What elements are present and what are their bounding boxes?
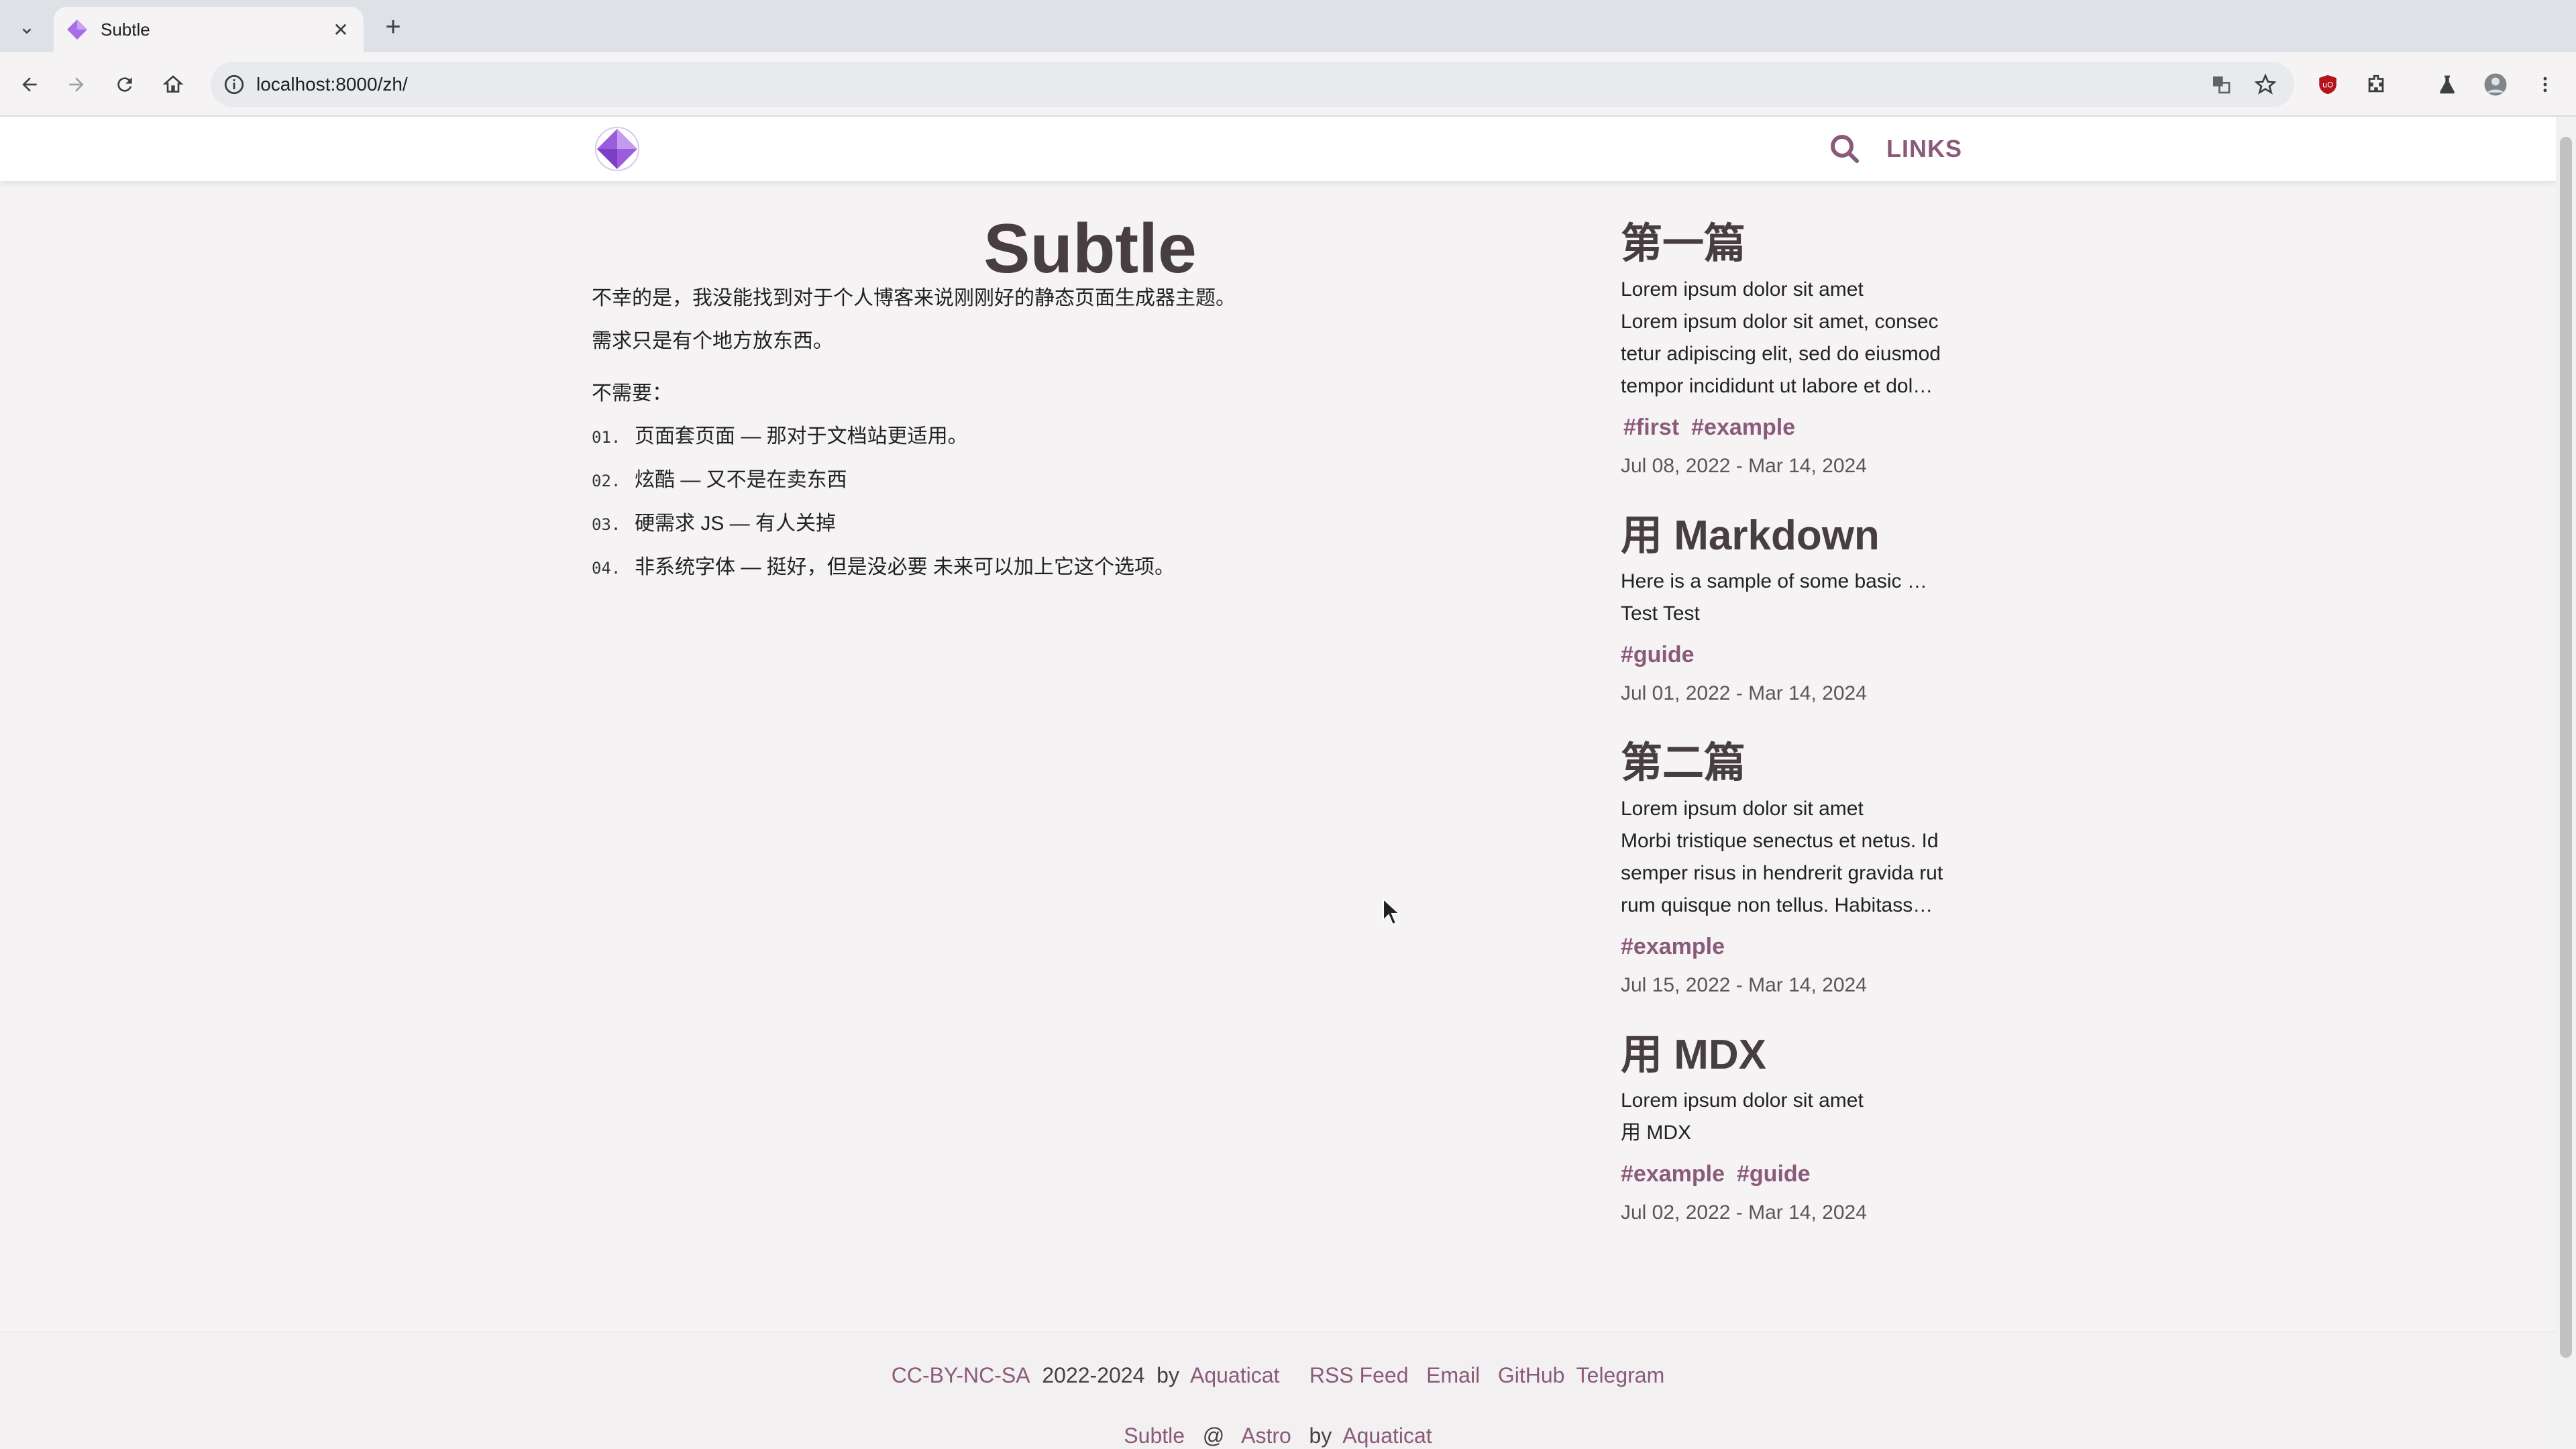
url-text: localhost:8000/zh/ [256, 74, 408, 95]
author-link[interactable]: Aquaticat [1190, 1363, 1279, 1387]
post-excerpt-line: rum quisque non tellus. Habitass… [1621, 894, 1933, 916]
post-card[interactable]: 第二篇 Lorem ipsum dolor sit amet Morbi tri… [1621, 737, 1976, 999]
astro-link[interactable]: Astro [1241, 1424, 1291, 1448]
email-link[interactable]: Email [1426, 1363, 1480, 1387]
post-excerpt-line: tempor incididunt ut labore et dol… [1621, 375, 1933, 397]
github-link[interactable]: GitHub [1498, 1363, 1565, 1387]
post-excerpt-line: tetur adipiscing elit, sed do eiusmod [1621, 343, 1941, 365]
post-subtitle: Lorem ipsum dolor sit amet [1621, 1089, 1864, 1112]
footer-at: @ [1202, 1424, 1225, 1448]
page-scrollbar[interactable] [2556, 117, 2576, 1449]
intro-paragraph-2: 需求只是有个地方放东西。 [592, 330, 833, 352]
page-viewport: LINKS Subtle 不幸的是，我没能找到对于个人博客来说刚刚好的静态页面生… [0, 117, 2556, 1449]
tab-close-icon[interactable]: ✕ [327, 16, 354, 43]
tag-link[interactable]: #first [1623, 415, 1679, 440]
post-tags: #first #example [1621, 415, 1976, 441]
address-bar[interactable]: localhost:8000/zh/ [211, 62, 2294, 107]
footer-by-2: by [1309, 1424, 1332, 1448]
post-card[interactable]: 用 MDX Lorem ipsum dolor sit amet 用 MDX #… [1621, 1028, 1976, 1226]
tag-link[interactable]: #guide [1621, 642, 1695, 667]
ublock-extension-icon[interactable]: uO [2310, 67, 2345, 102]
page-title: Subtle [983, 210, 1197, 288]
search-icon[interactable] [1829, 133, 1861, 165]
intro-paragraph-1: 不幸的是，我没能找到对于个人博客来说刚刚好的静态页面生成器主题。 [592, 287, 1236, 309]
site-info-icon[interactable] [223, 73, 246, 96]
extensions-puzzle-icon[interactable] [2359, 67, 2394, 102]
post-excerpt-line: Lorem ipsum dolor sit amet, consec [1621, 311, 1939, 333]
post-title[interactable]: 第二篇 [1621, 737, 1976, 790]
browser-tab-bar: ⌄ Subtle ✕ + [0, 0, 2576, 52]
site-logo-icon[interactable] [594, 126, 640, 172]
tag-link[interactable]: #guide [1737, 1161, 1811, 1187]
post-date: Jul 15, 2022 - Mar 14, 2024 [1621, 974, 1867, 996]
intro-section: 不幸的是，我没能找到对于个人博客来说刚刚好的静态页面生成器主题。 需求只是有个地… [592, 287, 1330, 600]
browser-menu-icon[interactable] [2528, 67, 2563, 102]
site-footer: CC-BY-NC-SA 2022-2024 by Aquaticat RSS F… [0, 1331, 2556, 1449]
post-subtitle: Lorem ipsum dolor sit amet [1621, 798, 1864, 820]
post-title[interactable]: 第一篇 [1621, 217, 1976, 271]
translate-icon[interactable] [2206, 69, 2237, 100]
tag-link[interactable]: #example [1691, 415, 1795, 440]
author-link-2[interactable]: Aquaticat [1342, 1424, 1432, 1448]
footer-credits-row: Subtle @ Astro by Aquaticat [0, 1424, 2556, 1448]
list-item: 02. 炫酷 — 又不是在卖东西 [592, 469, 847, 491]
post-tags: #example [1621, 934, 1976, 960]
footer-years: 2022-2024 [1042, 1363, 1145, 1387]
post-subtitle: Lorem ipsum dolor sit amet [1621, 278, 1864, 301]
profile-avatar-icon[interactable] [2478, 67, 2513, 102]
tag-link[interactable]: #example [1621, 934, 1725, 959]
post-date: Jul 01, 2022 - Mar 14, 2024 [1621, 682, 1867, 704]
scrollbar-thumb[interactable] [2560, 137, 2572, 1358]
browser-toolbar: localhost:8000/zh/ uO [0, 52, 2576, 117]
forward-icon[interactable] [59, 67, 94, 102]
telegram-link[interactable]: Telegram [1576, 1363, 1665, 1387]
back-icon[interactable] [12, 67, 47, 102]
post-date: Jul 08, 2022 - Mar 14, 2024 [1621, 455, 1867, 477]
labs-flask-icon[interactable] [2430, 67, 2465, 102]
post-excerpt-line: Test Test [1621, 602, 1700, 625]
post-title[interactable]: 用 Markdown [1621, 509, 1976, 563]
subtle-link[interactable]: Subtle [1124, 1424, 1185, 1448]
rss-feed-link[interactable]: RSS Feed [1309, 1363, 1409, 1387]
svg-text:uO: uO [2322, 80, 2333, 89]
post-excerpt-line: Morbi tristique senectus et netus. Id [1621, 830, 1939, 852]
subtle-favicon-icon [67, 19, 87, 40]
post-excerpt-line: 用 MDX [1621, 1122, 1691, 1144]
tag-link[interactable]: #example [1621, 1161, 1725, 1187]
license-link[interactable]: CC-BY-NC-SA [892, 1363, 1030, 1387]
post-tags: #example #guide [1621, 1161, 1976, 1187]
post-excerpt-line: semper risus in hendrerit gravida rut [1621, 862, 1943, 884]
bookmark-star-icon[interactable] [2250, 69, 2281, 100]
mouse-cursor-icon [1383, 898, 1401, 926]
list-item: 04. 非系统字体 — 挺好，但是没必要 未来可以加上它这个选项。 [592, 556, 1175, 578]
post-subtitle: Here is a sample of some basic … [1621, 570, 1927, 592]
post-date: Jul 02, 2022 - Mar 14, 2024 [1621, 1201, 1867, 1224]
tab-search-dropdown-icon[interactable]: ⌄ [8, 11, 46, 43]
list-item: 03. 硬需求 JS — 有人关掉 [592, 513, 837, 535]
post-tags: #guide [1621, 642, 1976, 668]
no-need-heading: 不需要： [592, 382, 672, 405]
home-icon[interactable] [156, 67, 191, 102]
links-nav-link[interactable]: LINKS [1886, 133, 1962, 165]
footer-by: by [1157, 1363, 1179, 1387]
post-card[interactable]: 第一篇 Lorem ipsum dolor sit amet Lorem ips… [1621, 217, 1976, 480]
site-header: LINKS [0, 117, 2556, 181]
new-tab-icon[interactable]: + [377, 11, 409, 43]
post-title[interactable]: 用 MDX [1621, 1028, 1976, 1082]
reload-icon[interactable] [107, 67, 142, 102]
post-card[interactable]: 用 Markdown Here is a sample of some basi… [1621, 509, 1976, 707]
post-list: 第一篇 Lorem ipsum dolor sit amet Lorem ips… [1621, 217, 1976, 1226]
no-need-list: 01. 页面套页面 — 那对于文档站更适用。 02. 炫酷 — 又不是在卖东西 03… [592, 425, 1330, 580]
tab-title: Subtle [101, 19, 150, 40]
browser-tab[interactable]: Subtle ✕ [54, 7, 364, 52]
footer-links-row: CC-BY-NC-SA 2022-2024 by Aquaticat RSS F… [0, 1363, 2556, 1388]
list-item: 01. 页面套页面 — 那对于文档站更适用。 [592, 425, 968, 447]
